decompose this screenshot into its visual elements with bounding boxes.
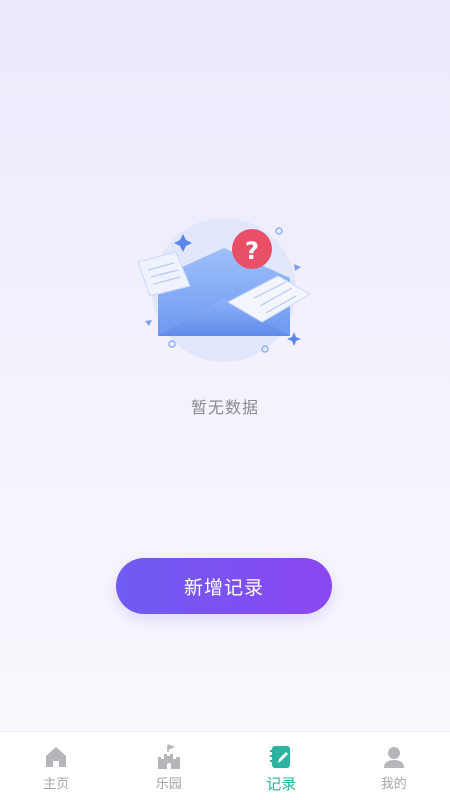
tab-home[interactable]: 主页 <box>0 732 113 800</box>
user-icon <box>383 747 404 768</box>
notebook-pen-icon <box>270 746 291 768</box>
tab-mine-label: 我的 <box>380 777 407 792</box>
empty-illustration: ? <box>128 218 318 368</box>
empty-envelope-icon: ? <box>137 218 312 362</box>
castle-icon <box>157 744 180 769</box>
bottom-tab-bar: 主页 乐园 记录 我的 <box>0 731 450 800</box>
tab-mine[interactable]: 我的 <box>338 732 450 800</box>
tab-records-label: 记录 <box>266 775 297 793</box>
svg-text:?: ? <box>245 237 259 265</box>
tab-home-label: 主页 <box>43 777 70 792</box>
empty-state-message: 暂无数据 <box>190 398 259 417</box>
tab-park-label: 乐园 <box>155 777 182 792</box>
home-icon <box>46 747 67 767</box>
add-record-button[interactable]: 新增记录 <box>116 558 332 614</box>
tab-records[interactable]: 记录 <box>225 732 338 800</box>
tab-park[interactable]: 乐园 <box>113 732 226 800</box>
